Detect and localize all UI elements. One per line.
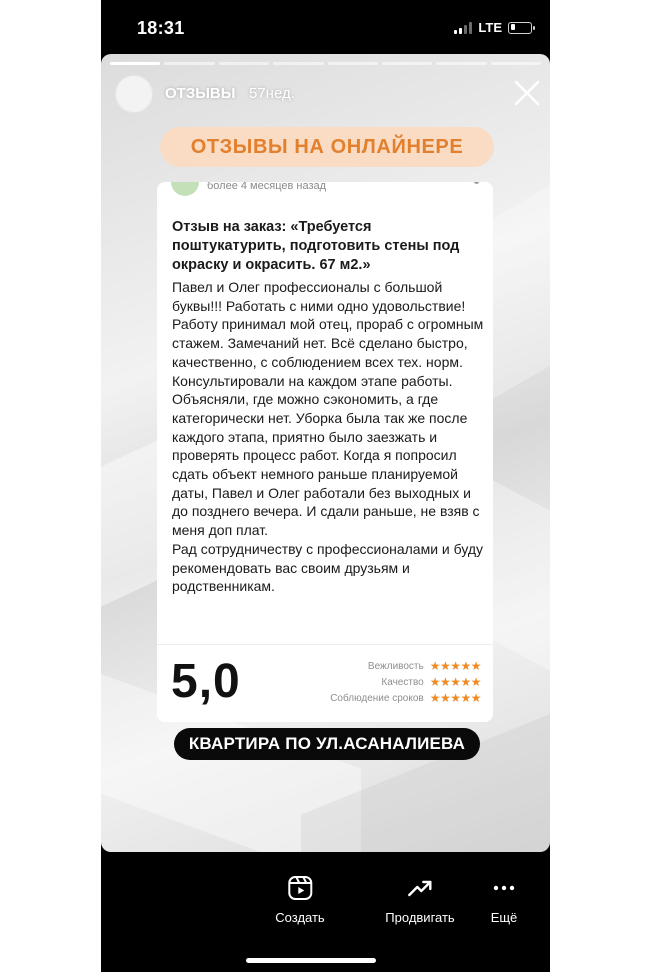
- rating-list: Вежливость ★★★★★ Качество ★★★★★ Соблюден…: [281, 658, 481, 706]
- rating-label: Соблюдение сроков: [330, 692, 424, 704]
- progress-segment: [273, 62, 324, 65]
- reviewer-avatar: [171, 182, 199, 196]
- headline-sticker: ОТЗЫВЫ НА ОНЛАЙНЕРЕ: [160, 127, 494, 167]
- promote-button[interactable]: Продвигать: [385, 874, 455, 925]
- story-progress-bar: [110, 62, 541, 65]
- overall-score: 5,0: [171, 655, 241, 708]
- create-label: Создать: [275, 910, 325, 925]
- progress-segment: [327, 62, 378, 65]
- progress-segment: [218, 62, 270, 65]
- card-menu-dot: [474, 182, 479, 184]
- review-date: более 4 месяцев назад: [207, 182, 327, 192]
- status-time: 18:31: [137, 18, 185, 38]
- divider: [157, 644, 493, 645]
- progress-segment: [436, 62, 487, 65]
- rating-row: Вежливость ★★★★★: [281, 658, 482, 674]
- network-type: LTE: [478, 20, 502, 35]
- more-dots-icon: [493, 885, 515, 891]
- story-viewer[interactable]: ОТЗЫВЫ 57нед. ОТЗЫВЫ НА ОНЛАЙНЕРЕ более …: [101, 54, 550, 852]
- rating-row: Соблюдение сроков ★★★★★: [281, 690, 481, 706]
- progress-segment: [381, 62, 433, 65]
- review-card: более 4 месяцев назад Отзыв на заказ: «Т…: [157, 182, 493, 722]
- signal-icon: [454, 21, 473, 34]
- review-title: Отзыв на заказ: «Требуется поштукатурить…: [172, 219, 460, 273]
- promote-label: Продвигать: [385, 910, 455, 925]
- home-indicator[interactable]: [246, 958, 376, 963]
- star-rating: ★★★★★: [429, 691, 482, 705]
- progress-segment: [490, 62, 541, 65]
- close-button[interactable]: [514, 80, 540, 106]
- rating-label: Качество: [381, 676, 424, 688]
- caption-sticker: КВАРТИРА ПО УЛ.АСАНАЛИЕВА: [174, 728, 480, 760]
- trending-up-icon: [407, 880, 432, 897]
- star-rating: ★★★★★: [429, 675, 482, 689]
- review-body: Павел и Олег профессионалы с большой бук…: [172, 278, 490, 596]
- story-username[interactable]: ОТЗЫВЫ: [165, 85, 235, 102]
- more-label: Ещё: [490, 910, 518, 925]
- story-age: 57нед.: [249, 85, 295, 102]
- rating-row: Качество ★★★★★: [281, 674, 481, 690]
- more-button[interactable]: Ещё: [490, 874, 518, 925]
- star-rating: ★★★★★: [429, 659, 482, 673]
- status-indicators: LTE: [454, 20, 535, 35]
- progress-segment: [110, 62, 161, 65]
- battery-icon: [508, 21, 535, 34]
- review-text: Павел и Олег профессионалы с большой бук…: [172, 279, 484, 539]
- review-closing: Рад сотрудничеству с профессионалами и б…: [172, 540, 484, 595]
- rating-label: Вежливость: [367, 660, 424, 672]
- battery-level-fill: [510, 24, 515, 30]
- create-button[interactable]: Создать: [275, 874, 325, 925]
- phone-screen: 18:31 LTE ОТЗЫВЫ 57нед. ОТЗЫВЫ НА ОНЛАЙН…: [101, 0, 550, 972]
- close-icon: [514, 80, 540, 106]
- avatar[interactable]: [115, 75, 153, 113]
- progress-segment: [164, 62, 215, 65]
- reels-create-icon: [288, 876, 312, 900]
